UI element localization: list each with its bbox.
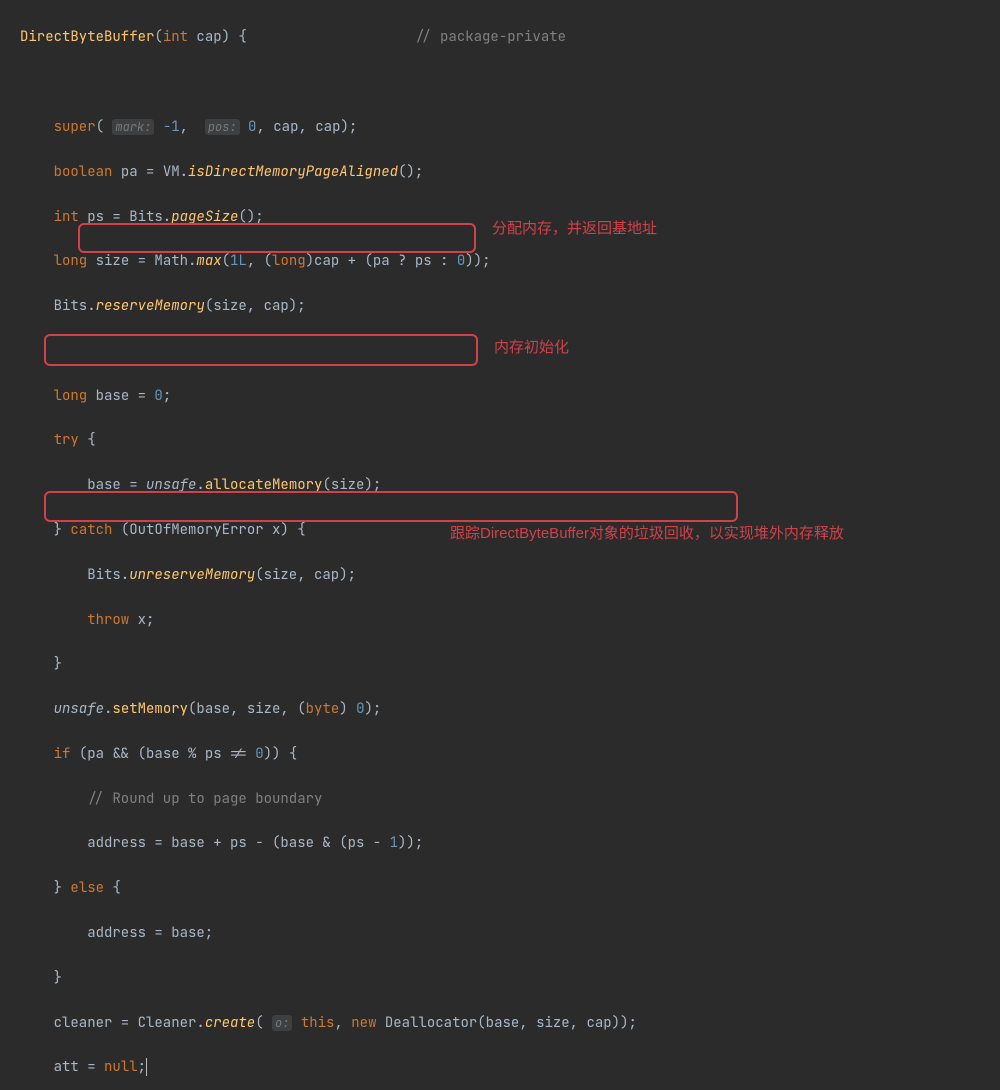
code-line: DirectByteBuffer(int cap) { // package-p… bbox=[20, 26, 1000, 48]
text-cursor bbox=[146, 1058, 147, 1076]
code-line: address = base + ps - (base & (ps - 1)); bbox=[20, 832, 1000, 854]
code-line: } bbox=[20, 967, 1000, 989]
code-line: Bits.unreserveMemory(size, cap); bbox=[20, 564, 1000, 586]
code-line: address = base; bbox=[20, 922, 1000, 944]
code-line: super( mark: -1, pos: 0, cap, cap); bbox=[20, 116, 1000, 138]
comment: // package-private bbox=[415, 28, 566, 46]
code-line: int ps = Bits.pageSize(); bbox=[20, 206, 1000, 228]
code-line: Bits.reserveMemory(size, cap); bbox=[20, 295, 1000, 317]
code-line: base = unsafe.allocateMemory(size); bbox=[20, 474, 1000, 496]
code-line: att = null; bbox=[20, 1056, 1000, 1078]
ctor-name: DirectByteBuffer bbox=[20, 28, 154, 46]
code-line: throw x; bbox=[20, 609, 1000, 631]
code-line: if (pa && (base % ps != 0)) { bbox=[20, 743, 1000, 765]
code-line: long base = 0; bbox=[20, 385, 1000, 407]
param-hint: mark: bbox=[112, 119, 154, 135]
code-block: DirectByteBuffer(int cap) { // package-p… bbox=[0, 0, 1000, 1090]
code-line: cleaner = Cleaner.create( o: this, new D… bbox=[20, 1012, 1000, 1034]
code-line: unsafe.setMemory(base, size, (byte) 0); bbox=[20, 698, 1000, 720]
code-line: long size = Math.max(1L, (long)cap + (pa… bbox=[20, 250, 1000, 272]
comment: // Round up to page boundary bbox=[87, 790, 322, 808]
code-line: } bbox=[20, 653, 1000, 675]
code-line: } catch (OutOfMemoryError x) { bbox=[20, 519, 1000, 541]
code-line: boolean pa = VM.isDirectMemoryPageAligne… bbox=[20, 161, 1000, 183]
param-hint: pos: bbox=[205, 119, 240, 135]
code-line: } else { bbox=[20, 877, 1000, 899]
code-line: // Round up to page boundary bbox=[20, 788, 1000, 810]
param-hint: o: bbox=[272, 1015, 292, 1031]
code-line: try { bbox=[20, 429, 1000, 451]
